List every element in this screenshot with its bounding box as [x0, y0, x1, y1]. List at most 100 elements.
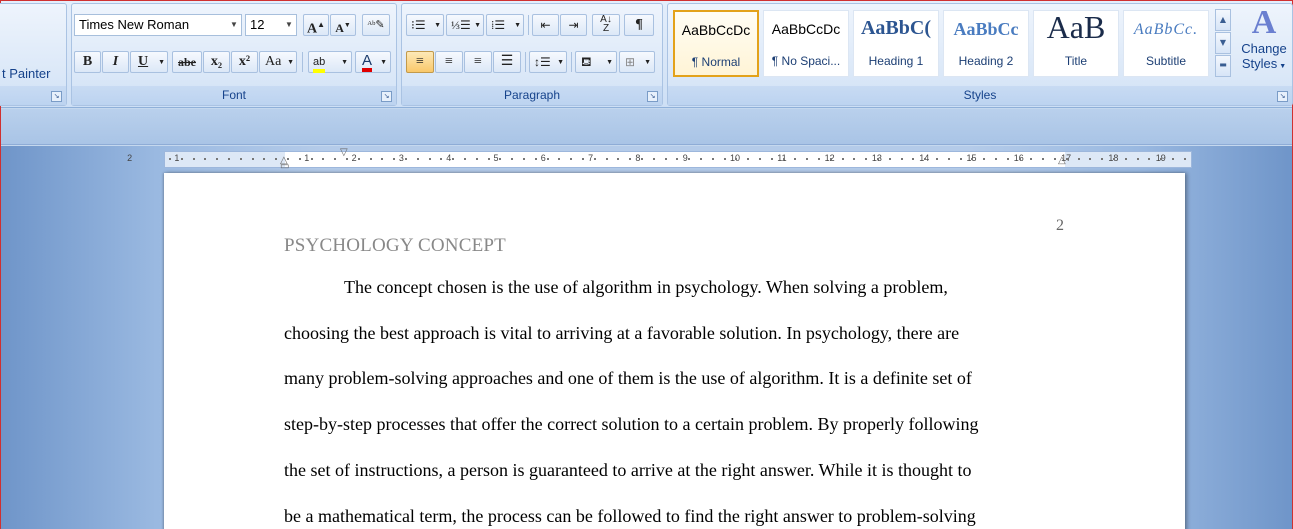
numbering-dropdown-icon[interactable]: ▼ — [474, 15, 481, 35]
style-heading-2[interactable]: AaBbCc Heading 2 — [943, 10, 1029, 77]
styles-more-button[interactable]: ▬ — [1215, 55, 1231, 77]
document-line[interactable]: many problem-solving approaches and one … — [284, 368, 1064, 389]
borders-dropdown-icon[interactable]: ▼ — [644, 52, 651, 72]
line-spacing-icon: ↕☰ — [534, 55, 551, 69]
ruler-tick — [180, 158, 183, 160]
grow-font-button[interactable]: A▲ — [303, 14, 329, 37]
style-normal[interactable]: AaBbCcDc ¶ Normal — [673, 10, 759, 77]
font-color-button[interactable]: A ▼ — [355, 51, 391, 73]
format-painter-button[interactable]: t Painter — [2, 66, 50, 81]
ruler-tick — [310, 158, 313, 160]
clipboard-dialog-launcher-icon[interactable]: ↘ — [51, 91, 62, 102]
style-subtitle[interactable]: AaBbCc. Subtitle — [1123, 10, 1209, 77]
borders-button[interactable]: ⊞ ▼ — [619, 51, 655, 73]
font-dialog-launcher-icon[interactable]: ↘ — [381, 91, 392, 102]
styles-scroll-up[interactable]: ▲ — [1215, 9, 1231, 31]
style-heading-1[interactable]: AaBbC( Heading 1 — [853, 10, 939, 77]
ruler-label: 8 — [635, 153, 641, 163]
horizontal-ruler[interactable]: 2112345678910111213141516171819 ▽ △ ▭ △ — [127, 148, 1192, 172]
ruler-tick — [275, 158, 278, 160]
ruler-tick — [416, 158, 419, 160]
align-right-button[interactable]: ≡ — [464, 51, 492, 73]
numbering-button[interactable]: ⅓☰ ▼ — [446, 14, 484, 36]
font-name-dropdown-icon[interactable]: ▼ — [227, 15, 241, 35]
document-line[interactable]: the set of instructions, a person is gua… — [284, 460, 1064, 481]
multilevel-dropdown-icon[interactable]: ▼ — [514, 15, 521, 35]
superscript-button[interactable]: x² — [231, 51, 258, 73]
ruler-tick — [971, 158, 974, 160]
document-line[interactable]: step-by-step processes that offer the co… — [284, 414, 1064, 435]
left-indent-marker[interactable]: ▭ — [280, 162, 289, 172]
bullets-button[interactable]: ⁝☰ ▼ — [406, 14, 444, 36]
change-styles-button[interactable]: A Change Styles ▼ — [1235, 5, 1293, 85]
first-line-indent-marker[interactable]: ▽ — [340, 148, 348, 158]
document-heading[interactable]: PSYCHOLOGY CONCEPT — [284, 235, 506, 257]
bullets-dropdown-icon[interactable]: ▼ — [434, 15, 441, 35]
bold-button[interactable]: B — [74, 51, 101, 73]
decrease-indent-button[interactable]: ⇤ — [532, 14, 559, 36]
strikethrough-button[interactable]: abe — [172, 51, 202, 73]
style-subtitle-sample: AaBbCc. — [1133, 21, 1199, 38]
justify-button[interactable]: ☰ — [493, 51, 521, 73]
sort-button[interactable]: A↓ Z — [592, 14, 620, 36]
ruler-tick — [369, 158, 372, 160]
styles-scroll-down[interactable]: ▼ — [1215, 32, 1231, 54]
shading-button[interactable]: ⛾ ▼ — [575, 51, 617, 73]
shading-dropdown-icon[interactable]: ▼ — [606, 52, 613, 72]
document-page[interactable]: 2 PSYCHOLOGY CONCEPT The concept chosen … — [164, 173, 1185, 529]
ruler-tick — [1030, 158, 1033, 160]
ruler-tick — [1124, 158, 1127, 160]
style-heading-2-name: Heading 2 — [958, 54, 1014, 68]
ruler-tick — [346, 158, 348, 160]
clear-formatting-button[interactable]: ᴬᵇ✎ — [362, 14, 390, 36]
increase-indent-button[interactable]: ⇥ — [560, 14, 587, 36]
multilevel-list-button[interactable]: ⁞☰ ▼ — [486, 14, 524, 36]
ruler-tick — [475, 158, 478, 160]
ruler-tick — [1172, 158, 1174, 160]
ruler-tick — [605, 158, 608, 160]
line-spacing-dropdown-icon[interactable]: ▼ — [557, 52, 564, 72]
change-case-dropdown-icon[interactable]: ▼ — [287, 52, 294, 72]
ruler-tick — [794, 158, 797, 160]
align-left-button[interactable]: ≡ — [406, 51, 434, 73]
ruler-tick — [617, 158, 620, 160]
line-spacing-button[interactable]: ↕☰ ▼ — [529, 51, 567, 73]
font-size-dropdown-icon[interactable]: ▼ — [282, 15, 296, 35]
shrink-font-button[interactable]: A▼ — [330, 14, 356, 36]
ruler-tick — [688, 158, 691, 160]
style-heading-1-sample: AaBbC( — [860, 17, 931, 39]
font-size-value: 12 — [250, 17, 265, 32]
change-case-button[interactable]: Aa ▼ — [259, 51, 297, 73]
ruler-tick — [523, 158, 525, 160]
ruler-tick — [912, 158, 915, 160]
paragraph-dialog-launcher-icon[interactable]: ↘ — [647, 91, 658, 102]
ruler-tick — [711, 158, 714, 160]
ruler-tick — [841, 158, 844, 160]
align-center-button[interactable]: ≡ — [435, 51, 463, 73]
underline-dropdown-icon[interactable]: ▼ — [158, 52, 165, 72]
align-right-icon: ≡ — [474, 54, 482, 69]
highlight-dropdown-icon[interactable]: ▼ — [341, 52, 348, 72]
highlight-button[interactable]: ab ▼ — [308, 51, 352, 73]
italic-button[interactable]: I — [102, 51, 129, 73]
right-indent-marker[interactable]: △ — [1058, 156, 1066, 166]
font-size-combo[interactable]: 12 ▼ — [245, 14, 297, 36]
style-no-spacing-name: ¶ No Spaci... — [771, 54, 841, 68]
document-line[interactable]: be a mathematical term, the process can … — [284, 506, 1064, 527]
font-color-dropdown-icon[interactable]: ▼ — [380, 52, 387, 72]
numbering-icon: ⅓☰ — [451, 18, 471, 32]
style-no-spacing[interactable]: AaBbCcDc ¶ No Spaci... — [763, 10, 849, 77]
document-line[interactable]: The concept chosen is the use of algorit… — [284, 277, 1064, 298]
ruler-tick — [664, 158, 667, 160]
styles-dialog-launcher-icon[interactable]: ↘ — [1277, 91, 1288, 102]
ruler-tick — [735, 158, 738, 160]
subscript-button[interactable]: x₂ — [203, 51, 230, 73]
underline-button[interactable]: U ▼ — [130, 51, 168, 73]
increase-indent-icon: ⇥ — [568, 18, 579, 32]
ruler-tick — [452, 158, 455, 160]
change-styles-label-1: Change — [1241, 41, 1287, 56]
style-title[interactable]: AaB Title — [1033, 9, 1119, 77]
document-line[interactable]: choosing the best approach is vital to a… — [284, 323, 1064, 344]
show-formatting-button[interactable]: ¶ — [624, 14, 654, 36]
font-name-combo[interactable]: Times New Roman ▼ — [74, 14, 242, 36]
